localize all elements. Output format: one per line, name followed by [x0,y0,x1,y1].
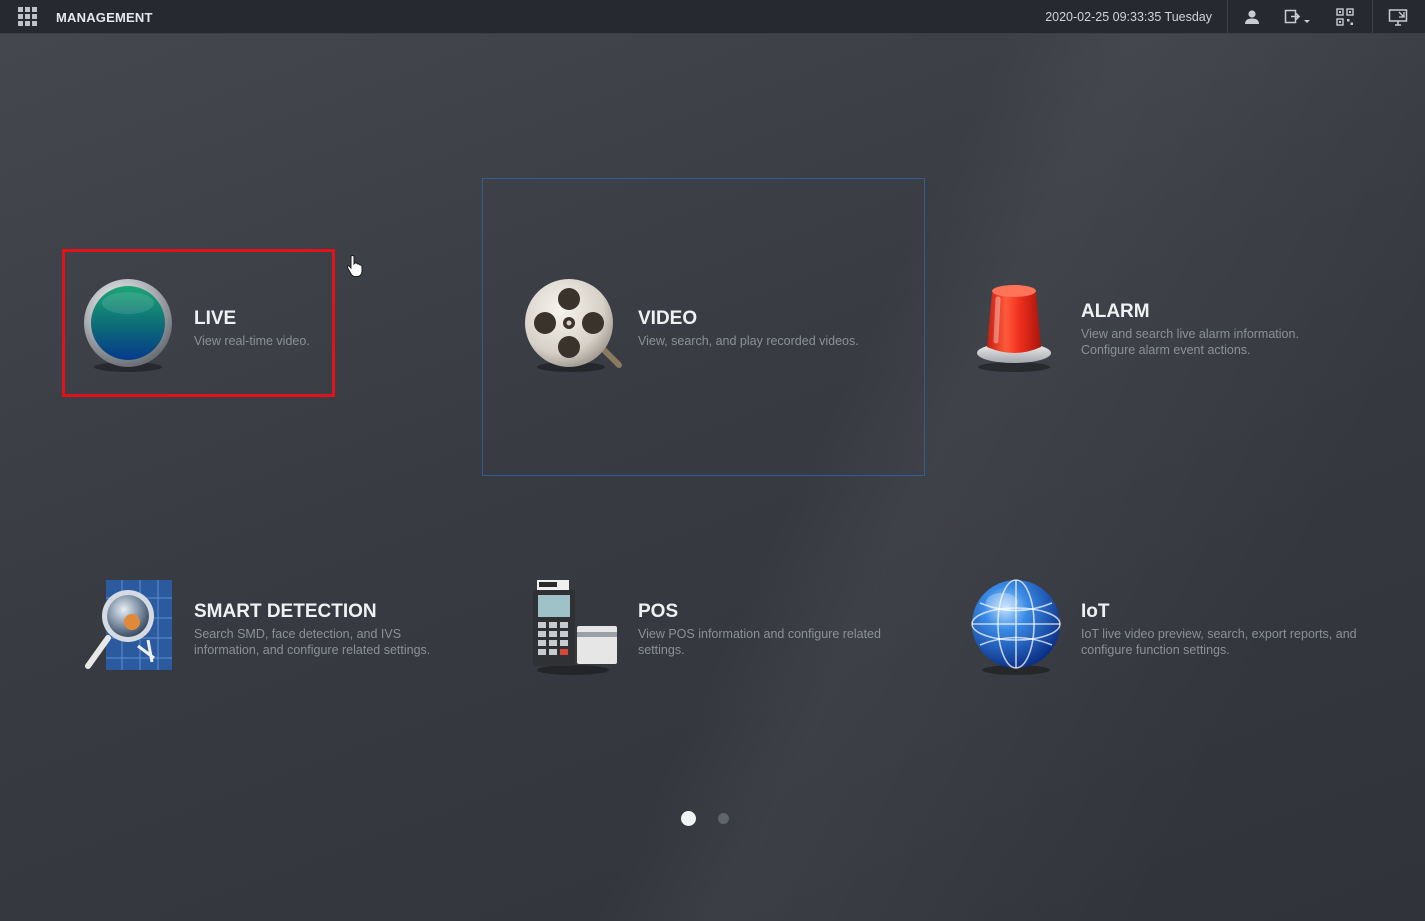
iot-tile[interactable]: IoT IoT live video preview, search, expo… [960,570,1380,690]
user-icon[interactable] [1241,6,1263,28]
magnifier-icon [78,578,178,678]
iot-description: IoT live video preview, search, export r… [1081,627,1357,657]
pos-description: View POS information and configure relat… [638,627,881,657]
display-icon[interactable] [1387,6,1409,28]
video-tile[interactable]: VIDEO View, search, and play recorded vi… [515,265,915,385]
datetime-display: 2020-02-25 09:33:35 Tuesday [1045,10,1212,24]
alarm-title: ALARM [1081,301,1150,322]
pos-tile[interactable]: POS View POS information and configure r… [515,570,915,690]
apps-grid-icon[interactable] [18,7,37,26]
pos-terminal-icon [525,578,625,678]
iot-title: IoT [1081,601,1110,622]
smart-detection-description: Search SMD, face detection, and IVS info… [194,627,431,657]
film-reel-icon [523,277,623,377]
divider [1227,0,1228,33]
divider [1372,0,1373,33]
management-title[interactable]: MANAGEMENT [56,10,153,25]
alarm-siren-icon [970,275,1070,375]
alarm-tile[interactable]: ALARM View and search live alarm informa… [960,265,1360,385]
page-dot-2[interactable] [718,813,729,824]
top-bar: MANAGEMENT 2020-02-25 09:33:35 Tuesday [0,0,1425,34]
page-dot-1-active[interactable] [681,811,696,826]
smart-detection-tile[interactable]: SMART DETECTION Search SMD, face detecti… [70,570,470,690]
globe-icon [970,578,1070,678]
pos-title: POS [638,601,679,622]
mouse-pointer-icon [346,254,364,283]
logout-icon[interactable] [1283,6,1310,28]
qr-code-icon[interactable] [1334,6,1356,28]
live-highlight-box [62,249,335,397]
alarm-description: View and search live alarm information. … [1081,327,1299,357]
video-title: VIDEO [638,308,698,329]
smart-detection-title: SMART DETECTION [194,601,377,622]
video-description: View, search, and play recorded videos. [638,334,859,348]
